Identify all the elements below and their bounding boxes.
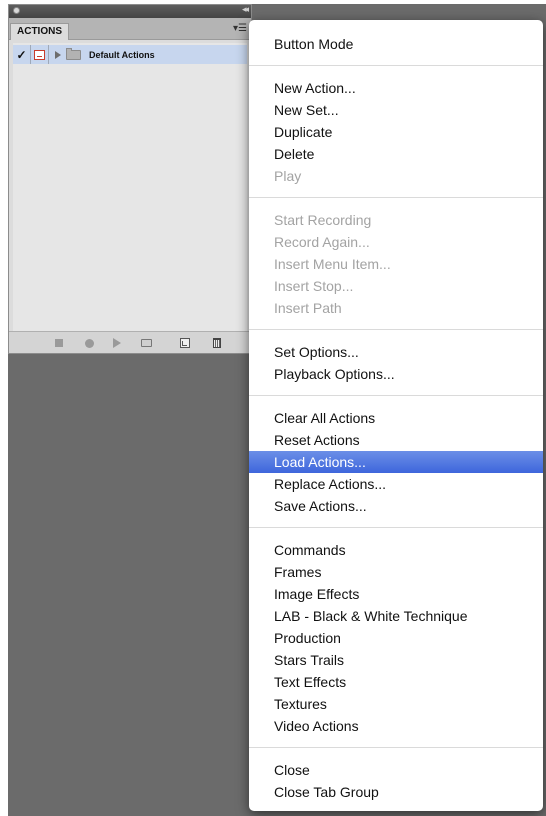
menu-item-commands[interactable]: Commands — [249, 539, 543, 561]
menu-item-insert-menu-item: Insert Menu Item... — [274, 256, 391, 272]
menu-item-clear-all-actions[interactable]: Clear All Actions — [249, 407, 543, 429]
menu-item-text-effects[interactable]: Text Effects — [249, 671, 543, 693]
menu-item-save-actions[interactable]: Save Actions... — [249, 495, 543, 517]
menu-item-close[interactable]: Close — [249, 759, 543, 781]
new-item-icon — [180, 338, 190, 348]
disclosure-triangle-icon[interactable] — [55, 50, 61, 59]
menu-item-start-recording: Start Recording — [274, 212, 372, 228]
menu-item-load-actions[interactable]: Load Actions... — [249, 451, 543, 473]
delete-button[interactable] — [211, 338, 223, 348]
record-icon — [84, 338, 94, 348]
action-set-row[interactable]: ✓ Default Actions — [13, 45, 247, 64]
menu-item-video-actions[interactable]: Video Actions — [249, 715, 543, 737]
menu-item-stars-trails[interactable]: Stars Trails — [249, 649, 543, 671]
menu-item-playback-options[interactable]: Playback Options... — [249, 363, 543, 385]
menu-separator — [249, 747, 543, 748]
menu-group: Commands Frames Image Effects LAB - Black &… — [249, 539, 543, 737]
menu-item-new-action[interactable]: New Action... — [249, 77, 543, 99]
menu-item-frames[interactable]: Frames — [249, 561, 543, 583]
checkmark-icon[interactable]: ✓ — [13, 45, 31, 64]
menu-separator — [249, 197, 543, 198]
new-set-button[interactable] — [140, 338, 152, 348]
menu-item-replace-actions[interactable]: Replace Actions... — [249, 473, 543, 495]
menu-item-insert-stop: Insert Stop... — [274, 278, 354, 294]
folder-icon — [140, 339, 152, 347]
panel-menu-icon[interactable]: ▾☰ — [233, 24, 247, 34]
stop-icon — [55, 339, 63, 347]
menu-group: New Action... New Set... Duplicate Delete Pl… — [249, 77, 543, 187]
menu-group: Clear All Actions Reset Actions Load Actio… — [249, 407, 543, 517]
new-action-button[interactable] — [179, 338, 191, 348]
menu-group: Set Options... Playback Options... — [249, 341, 543, 385]
menu-item-close-tab-group[interactable]: Close Tab Group — [249, 781, 543, 803]
menu-item-set-options[interactable]: Set Options... — [249, 341, 543, 363]
panel-footer-toolbar — [9, 331, 251, 353]
actions-panel: ◂◂ ACTIONS ▾☰ ✓ Default Actions — [8, 4, 252, 354]
actions-panel-menu: Button Mode New Action... New Set... Duplic… — [249, 20, 543, 811]
menu-group: Start Recording Record Again... Insert Men… — [249, 209, 543, 319]
play-icon — [113, 338, 121, 348]
menu-item-textures[interactable]: Textures — [249, 693, 543, 715]
menu-item-new-set[interactable]: New Set... — [249, 99, 543, 121]
menu-item-play: Play — [274, 168, 302, 184]
dialog-toggle-cell[interactable] — [31, 45, 49, 64]
menu-item-record-again: Record Again... — [274, 234, 370, 250]
menu-item-delete[interactable]: Delete — [249, 143, 543, 165]
panel-tab-bar: ACTIONS ▾☰ — [9, 18, 251, 40]
menu-group: Button Mode — [249, 33, 543, 55]
menu-separator — [249, 329, 543, 330]
folder-icon — [66, 47, 81, 60]
menu-item-insert-path: Insert Path — [274, 300, 342, 316]
menu-item-production[interactable]: Production — [249, 627, 543, 649]
menu-top-padding — [249, 20, 543, 33]
menu-item-reset-actions[interactable]: Reset Actions — [249, 429, 543, 451]
menu-item-lab-black-white-technique[interactable]: LAB - Black & White Technique — [249, 605, 543, 627]
dialog-toggle-icon — [34, 49, 45, 60]
collapse-icon[interactable]: ◂◂ — [242, 4, 249, 15]
menu-item-duplicate[interactable]: Duplicate — [249, 121, 543, 143]
panel-title-bar[interactable]: ◂◂ — [9, 4, 251, 18]
menu-separator — [249, 527, 543, 528]
tab-actions[interactable]: ACTIONS — [10, 23, 69, 40]
menu-item-image-effects[interactable]: Image Effects — [249, 583, 543, 605]
menu-separator — [249, 395, 543, 396]
trash-icon — [213, 338, 221, 348]
close-panel-icon[interactable] — [13, 7, 20, 14]
menu-item-button-mode[interactable]: Button Mode — [249, 33, 543, 55]
stop-button[interactable] — [53, 338, 65, 348]
action-set-name: Default Actions — [89, 49, 155, 60]
play-button[interactable] — [111, 338, 123, 348]
record-button[interactable] — [83, 338, 95, 348]
menu-separator — [249, 65, 543, 66]
menu-group: Close Close Tab Group — [249, 759, 543, 803]
actions-list: ✓ Default Actions — [13, 43, 247, 331]
